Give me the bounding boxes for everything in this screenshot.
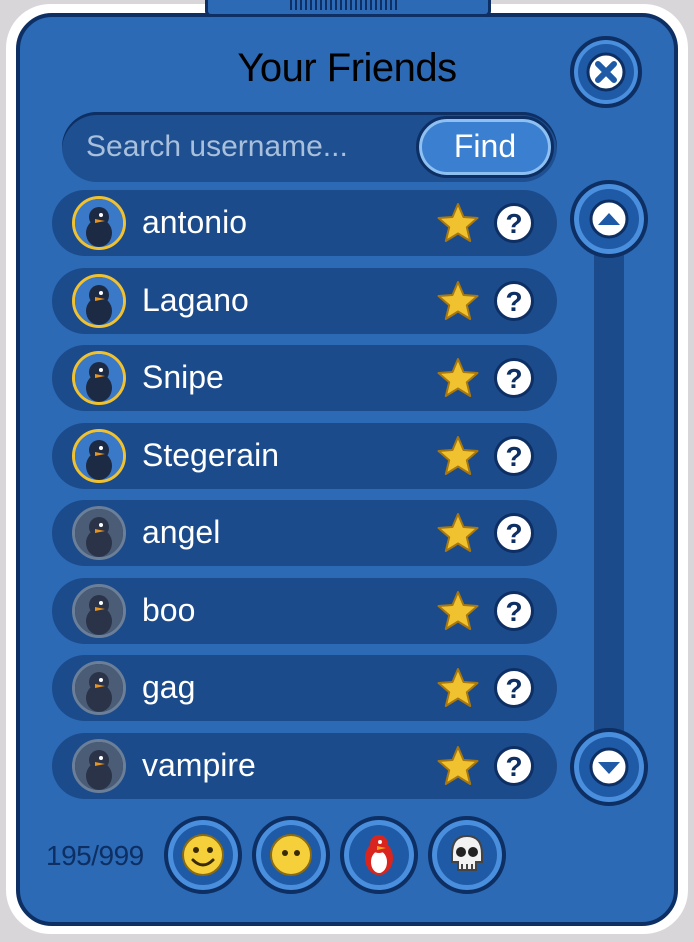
skull-icon bbox=[451, 834, 483, 871]
friend-name[interactable]: boo bbox=[142, 592, 195, 629]
friend-name[interactable]: gag bbox=[142, 669, 195, 706]
avatar[interactable] bbox=[72, 583, 126, 638]
star-icon[interactable] bbox=[436, 202, 480, 249]
neutral-face-icon bbox=[270, 834, 312, 876]
penguin-avatar-icon bbox=[75, 586, 123, 635]
filter-blocked-button[interactable] bbox=[428, 816, 506, 894]
question-icon[interactable]: ? bbox=[494, 435, 534, 476]
scrollbar[interactable] bbox=[570, 180, 648, 806]
avatar[interactable] bbox=[72, 428, 126, 483]
filter-neutral-button[interactable] bbox=[252, 816, 330, 894]
star-icon[interactable] bbox=[436, 280, 480, 327]
scroll-up-button[interactable] bbox=[570, 180, 648, 258]
avatar[interactable] bbox=[72, 273, 126, 328]
question-icon[interactable]: ? bbox=[494, 280, 534, 321]
friend-name[interactable]: angel bbox=[142, 514, 220, 551]
friend-row[interactable]: Lagano? bbox=[52, 267, 557, 334]
penguin-avatar-icon bbox=[75, 664, 123, 712]
star-icon[interactable] bbox=[436, 435, 480, 482]
search-input[interactable]: Search username... bbox=[86, 130, 348, 164]
friend-name[interactable]: antonio bbox=[142, 204, 247, 241]
friend-row[interactable]: Snipe? bbox=[52, 345, 557, 411]
question-icon[interactable]: ? bbox=[494, 745, 534, 786]
chevron-up-icon bbox=[589, 199, 629, 239]
scroll-down-button[interactable] bbox=[570, 728, 648, 806]
close-button[interactable] bbox=[570, 36, 642, 108]
close-icon bbox=[586, 52, 626, 92]
penguin-avatar-icon bbox=[75, 431, 123, 480]
scroll-track[interactable] bbox=[594, 230, 624, 750]
star-icon[interactable] bbox=[436, 667, 480, 714]
smiley-icon bbox=[182, 834, 224, 876]
friend-row[interactable]: vampire? bbox=[52, 732, 557, 799]
question-icon[interactable]: ? bbox=[494, 203, 534, 243]
avatar[interactable] bbox=[72, 738, 126, 793]
avatar[interactable] bbox=[72, 351, 126, 405]
star-icon[interactable] bbox=[436, 357, 480, 404]
friend-row[interactable]: antonio? bbox=[52, 190, 557, 256]
penguin-icon bbox=[365, 835, 393, 875]
avatar[interactable] bbox=[72, 661, 126, 715]
friend-name[interactable]: Stegerain bbox=[142, 437, 279, 474]
question-icon[interactable]: ? bbox=[494, 590, 534, 631]
friend-row[interactable]: gag? bbox=[52, 655, 557, 721]
find-button[interactable]: Find bbox=[416, 116, 554, 178]
friend-count: 195/999 bbox=[46, 840, 144, 871]
friend-row[interactable]: Stegerain? bbox=[52, 422, 557, 489]
filter-online-button[interactable] bbox=[164, 816, 242, 894]
friend-name[interactable]: vampire bbox=[142, 747, 256, 784]
penguin-avatar-icon bbox=[75, 276, 123, 325]
star-icon[interactable] bbox=[436, 512, 480, 559]
penguin-avatar-icon bbox=[75, 354, 123, 402]
penguin-avatar-icon bbox=[75, 199, 123, 247]
friend-name[interactable]: Snipe bbox=[142, 359, 224, 396]
avatar[interactable] bbox=[72, 506, 126, 560]
star-icon[interactable] bbox=[436, 590, 480, 637]
star-icon[interactable] bbox=[436, 745, 480, 792]
question-icon[interactable]: ? bbox=[494, 358, 534, 398]
friend-row[interactable]: boo? bbox=[52, 577, 557, 644]
penguin-avatar-icon bbox=[75, 509, 123, 557]
question-icon[interactable]: ? bbox=[494, 668, 534, 708]
friend-name[interactable]: Lagano bbox=[142, 282, 249, 319]
question-icon[interactable]: ? bbox=[494, 513, 534, 553]
friend-row[interactable]: angel? bbox=[52, 500, 557, 566]
filter-penguin-button[interactable] bbox=[340, 816, 418, 894]
chevron-down-icon bbox=[589, 747, 629, 787]
penguin-avatar-icon bbox=[75, 741, 123, 790]
avatar[interactable] bbox=[72, 196, 126, 250]
drag-handle[interactable] bbox=[290, 0, 400, 10]
